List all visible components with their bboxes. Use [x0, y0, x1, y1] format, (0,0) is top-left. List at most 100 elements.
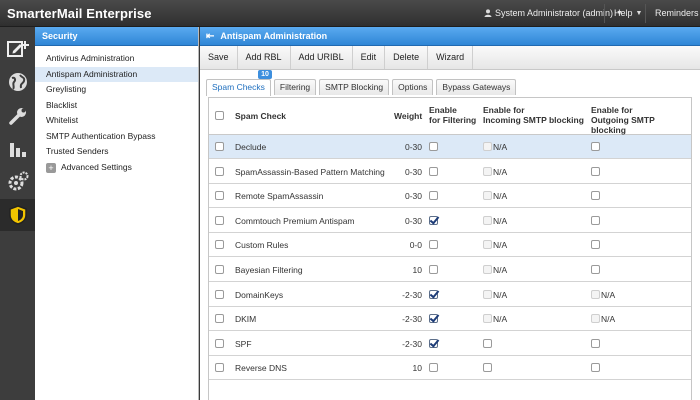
sidebar-item-trusted-senders[interactable]: Trusted Senders — [35, 144, 198, 160]
table-row[interactable]: Custom Rules 0-0 N/A — [209, 233, 691, 258]
sidebar-item-blacklist[interactable]: Blacklist — [35, 98, 198, 114]
row-select-checkbox[interactable] — [215, 338, 224, 348]
table-row[interactable]: Declude 0-30 N/A — [209, 135, 691, 159]
table-row[interactable]: DKIM -2-30 N/A N/A — [209, 307, 691, 332]
col-header-filtering[interactable]: Enable for Filtering — [429, 105, 476, 125]
enable-filtering-checkbox[interactable] — [429, 191, 438, 201]
main-panel: ⇤ Antispam Administration Save Add RBL A… — [200, 27, 700, 400]
col-header-line: Enable — [429, 105, 457, 115]
outgoing-smtp-checkbox[interactable] — [591, 265, 600, 274]
enable-filtering-checkbox[interactable] — [429, 289, 438, 299]
row-select-checkbox[interactable] — [215, 215, 224, 225]
enable-filtering-checkbox[interactable] — [429, 265, 438, 274]
user-menu[interactable]: System Administrator (admin) ▼ — [484, 8, 623, 18]
col-header-spam-check[interactable]: Spam Check — [235, 111, 286, 121]
outgoing-smtp-checkbox[interactable] — [591, 142, 600, 151]
security-sidebar: Security Antivirus Administration Antisp… — [35, 27, 199, 400]
outgoing-smtp-checkbox — [591, 289, 600, 299]
system-button[interactable] — [0, 166, 35, 198]
table-row[interactable]: Commtouch Premium Antispam 0-30 N/A — [209, 209, 691, 233]
enable-filtering-checkbox[interactable] — [429, 142, 438, 151]
table-row[interactable]: SpamAssassin-Based Pattern Matching 0-30 N… — [209, 160, 691, 184]
main-header: ⇤ Antispam Administration — [200, 27, 700, 46]
tab-bypass-gateways[interactable]: Bypass Gateways — [436, 79, 517, 95]
enable-filtering-checkbox[interactable] — [429, 363, 438, 373]
outgoing-smtp-checkbox[interactable] — [591, 338, 600, 348]
tab-smtp-blocking[interactable]: SMTP Blocking — [319, 79, 390, 95]
table-row[interactable]: Bayesian Filtering 10 N/A — [209, 258, 691, 282]
enable-filtering-checkbox[interactable] — [429, 240, 438, 250]
na-text: N/A — [493, 265, 508, 275]
table-header: Spam Check Weight Enable for Filtering E… — [209, 98, 691, 135]
enable-filtering-checkbox[interactable] — [429, 314, 438, 324]
add-rbl-button[interactable]: Add RBL — [238, 46, 291, 69]
na-text: N/A — [493, 191, 508, 202]
domains-button[interactable] — [0, 66, 35, 98]
table-row[interactable]: SPF -2-30 — [209, 332, 691, 356]
table-row[interactable]: Reverse DNS 10 — [209, 356, 691, 381]
row-select-checkbox[interactable] — [215, 166, 224, 176]
expand-plus-icon[interactable]: + — [46, 162, 56, 173]
spam-check-name: Custom Rules — [235, 240, 289, 251]
spam-check-name: SPF — [235, 338, 252, 349]
row-select-checkbox[interactable] — [215, 289, 224, 299]
spam-check-name: Declude — [235, 142, 267, 152]
spam-checks-table: Spam Check Weight Enable for Filtering E… — [208, 97, 692, 400]
tab-options[interactable]: Options — [392, 79, 434, 95]
outgoing-smtp-checkbox[interactable] — [591, 166, 600, 176]
delete-button[interactable]: Delete — [385, 46, 429, 69]
spam-check-name: Bayesian Filtering — [235, 265, 303, 275]
reports-button[interactable] — [0, 133, 35, 165]
compose-button[interactable] — [0, 33, 35, 65]
spam-check-name: DKIM — [235, 314, 257, 325]
sidebar-item-antivirus[interactable]: Antivirus Administration — [35, 51, 198, 67]
row-select-checkbox[interactable] — [215, 363, 224, 373]
incoming-smtp-checkbox[interactable] — [483, 338, 492, 348]
enable-filtering-checkbox[interactable] — [429, 215, 438, 225]
add-uribl-button[interactable]: Add URIBL — [291, 46, 353, 69]
bar-chart-icon — [9, 143, 26, 157]
reminders-link[interactable]: Reminders — [655, 8, 699, 18]
row-select-checkbox[interactable] — [215, 240, 224, 250]
table-row[interactable]: Remote SpamAssassin 0-30 N/A — [209, 184, 691, 209]
spam-check-name: Remote SpamAssassin — [235, 191, 324, 202]
sidebar-item-whitelist[interactable]: Whitelist — [35, 113, 198, 129]
incoming-smtp-checkbox[interactable] — [483, 363, 492, 373]
select-all-checkbox[interactable] — [215, 111, 224, 120]
weight-value: 0-0 — [409, 240, 422, 251]
col-header-weight[interactable]: Weight — [394, 111, 422, 121]
row-select-checkbox[interactable] — [215, 142, 224, 151]
weight-value: 10 — [412, 363, 422, 374]
outgoing-smtp-checkbox[interactable] — [591, 363, 600, 373]
row-select-checkbox[interactable] — [215, 265, 224, 274]
outgoing-smtp-checkbox[interactable] — [591, 240, 600, 250]
help-menu[interactable]: Help ▼ — [614, 8, 642, 18]
na-text: N/A — [493, 166, 508, 177]
enable-filtering-checkbox[interactable] — [429, 166, 438, 176]
wizard-button[interactable]: Wizard — [428, 46, 474, 69]
gears-icon — [8, 171, 28, 191]
tab-filtering[interactable]: Filtering — [273, 79, 317, 95]
edit-button[interactable]: Edit — [353, 46, 386, 69]
app-title: SmarterMail Enterprise — [7, 6, 152, 21]
weight-value: 0-30 — [404, 215, 422, 226]
col-header-incoming[interactable]: Enable for Incoming SMTP blocking — [483, 105, 584, 125]
outgoing-smtp-checkbox[interactable] — [591, 215, 600, 225]
tab-spam-checks[interactable]: Spam Checks 10 — [206, 70, 272, 96]
sidebar-item-greylisting[interactable]: Greylisting — [35, 82, 198, 98]
enable-filtering-checkbox[interactable] — [429, 338, 438, 348]
na-text: N/A — [601, 289, 616, 300]
outgoing-smtp-checkbox[interactable] — [591, 191, 600, 201]
save-button[interactable]: Save — [200, 46, 238, 69]
security-button[interactable] — [0, 199, 35, 231]
collapse-sidebar-icon[interactable]: ⇤ — [206, 31, 214, 42]
table-row[interactable]: DomainKeys -2-30 N/A N/A — [209, 283, 691, 307]
row-select-checkbox[interactable] — [215, 314, 224, 324]
sidebar-item-advanced-settings[interactable]: + Advanced Settings — [35, 160, 198, 176]
col-header-outgoing[interactable]: Enable for Outgoing SMTP blocking — [591, 105, 691, 135]
tab-strip: Spam Checks 10 Filtering SMTP Blocking O… — [206, 70, 517, 96]
sidebar-item-smtp-auth-bypass[interactable]: SMTP Authentication Bypass — [35, 129, 198, 145]
row-select-checkbox[interactable] — [215, 191, 224, 201]
sidebar-item-antispam[interactable]: Antispam Administration — [35, 66, 198, 82]
settings-button[interactable] — [0, 100, 35, 132]
